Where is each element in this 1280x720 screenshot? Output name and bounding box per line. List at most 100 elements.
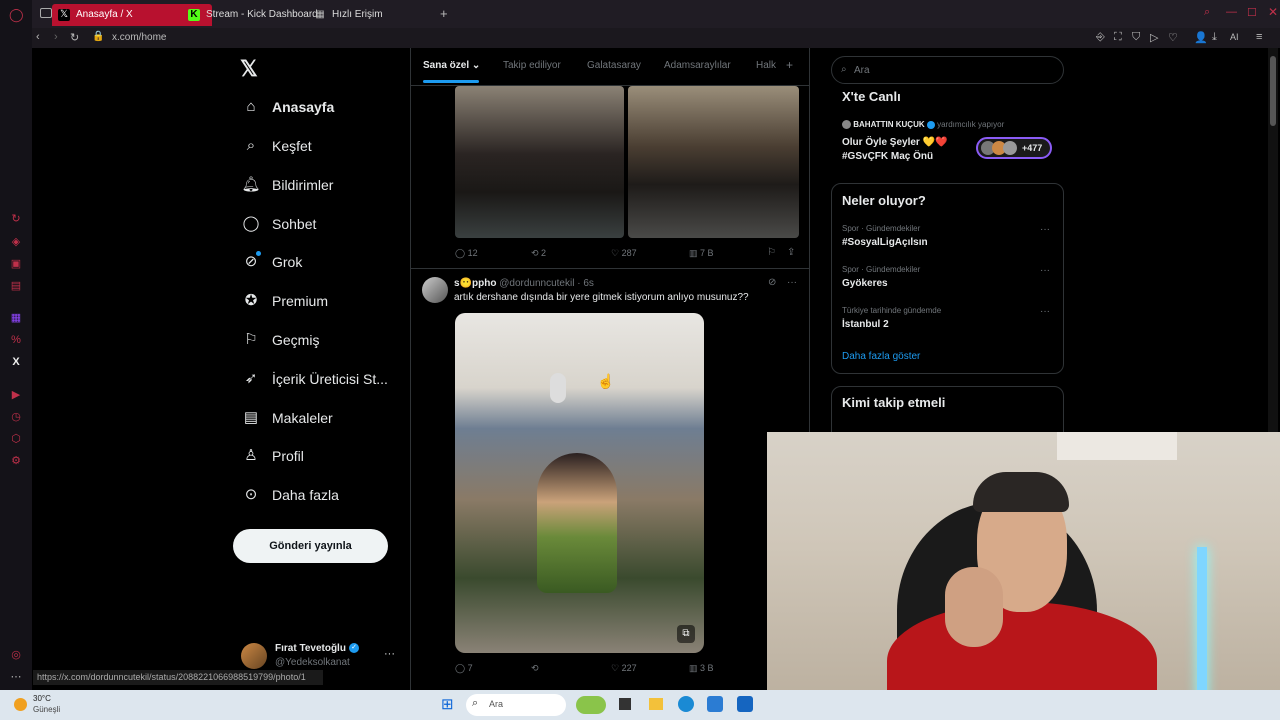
post2-like-button[interactable]: ♡ 227: [611, 663, 637, 674]
trend-menu-icon[interactable]: ···: [1040, 265, 1050, 276]
mail-icon[interactable]: ▤: [9, 279, 23, 293]
nav-more[interactable]: ⊙ Daha fazla: [240, 480, 339, 510]
live-listeners-pill[interactable]: +477: [976, 137, 1052, 159]
show-more-link[interactable]: Daha fazla göster: [842, 351, 920, 362]
share-icon[interactable]: ⇪: [787, 247, 795, 258]
nav-notifications[interactable]: 🔔︎ Bildirimler: [240, 170, 333, 200]
reload-icon[interactable]: ↻: [70, 31, 79, 44]
nav-premium[interactable]: ✪ Premium: [240, 286, 328, 316]
live-line1[interactable]: Olur Öyle Şeyler 💛❤️: [842, 137, 948, 148]
speed-dial-icon[interactable]: ↻: [9, 212, 23, 226]
history-icon[interactable]: ◷: [9, 410, 23, 424]
windows-start-icon[interactable]: ⊞: [441, 697, 457, 713]
player-icon[interactable]: ▶: [9, 388, 23, 402]
avatar[interactable]: [241, 643, 267, 669]
trend-menu-icon[interactable]: ···: [1040, 306, 1050, 317]
media-edit-icon[interactable]: ⧉: [677, 625, 695, 643]
twitch-icon[interactable]: ▦: [9, 311, 23, 325]
post2-handle[interactable]: @dordunncutekil: [499, 278, 574, 289]
tab-search-icon[interactable]: ⌕: [1204, 6, 1210, 19]
trend-item[interactable]: #SosyalLigAçılsın: [842, 237, 928, 248]
post2-name[interactable]: s😶ppho: [454, 278, 496, 289]
settings-icon[interactable]: ⚙: [9, 454, 23, 468]
new-tab-icon[interactable]: +: [440, 6, 448, 21]
messenger-icon[interactable]: ▣: [9, 257, 23, 271]
post-menu-icon[interactable]: ···: [787, 277, 797, 288]
widget-icon[interactable]: [576, 696, 606, 714]
trend-item[interactable]: İstanbul 2: [842, 319, 889, 330]
profile-icon[interactable]: 👤: [1194, 31, 1208, 44]
post1-photo-1[interactable]: [455, 86, 624, 238]
post2-repost-button[interactable]: ⟲: [531, 663, 539, 674]
account-menu-icon[interactable]: ···: [384, 648, 395, 660]
extension-icon[interactable]: ⎆: [1096, 31, 1105, 44]
nav-bookmarks[interactable]: ⚐ Geçmiş: [240, 325, 319, 355]
download-icon[interactable]: ⤓: [1212, 31, 1217, 44]
nav-grok[interactable]: ⊘ Grok: [240, 247, 303, 277]
heart-icon[interactable]: ♡: [1168, 31, 1178, 44]
search-box[interactable]: ⌕ Ara: [831, 56, 1064, 84]
views-button[interactable]: ▥ 7 B: [689, 248, 714, 259]
percent-icon[interactable]: %: [9, 333, 23, 347]
tab-kick-dashboard[interactable]: K Stream - Kick Dashboard: [182, 4, 318, 26]
live-line2[interactable]: #GSvÇFK Maç Önü: [842, 151, 933, 162]
taskbar-search[interactable]: ⌕ Ara: [466, 694, 566, 716]
scrollbar-thumb[interactable]: [1270, 56, 1276, 126]
url-input[interactable]: x.com/home: [112, 32, 166, 43]
grok-post-icon[interactable]: ⊘: [768, 277, 776, 288]
post2-photo[interactable]: ⧉: [455, 313, 704, 653]
tab-quick-access[interactable]: ▦ Hızlı Erişim: [308, 4, 408, 26]
back-icon[interactable]: ‹: [36, 31, 40, 43]
player-toolbar-icon[interactable]: ▷: [1150, 31, 1158, 44]
nav-chat[interactable]: ◯ Sohbet: [240, 209, 317, 239]
post2-reply-button[interactable]: ◯ 7: [455, 663, 473, 674]
nav-explore[interactable]: ⌕ Keşfet: [240, 131, 312, 161]
repost-button[interactable]: ⟲ 2: [531, 248, 546, 259]
x-sidebar-icon[interactable]: X: [9, 355, 23, 369]
tab-for-you[interactable]: Sana özel ⌄: [423, 60, 480, 71]
bookmark-post-icon[interactable]: ⚐: [767, 247, 776, 258]
weather-temp[interactable]: 30°C: [33, 694, 51, 703]
trend-menu-icon[interactable]: ···: [1040, 224, 1050, 235]
edge-icon[interactable]: [678, 696, 694, 712]
menu-icon[interactable]: ≡: [1256, 31, 1262, 43]
post-button[interactable]: Gönderi yayınla: [233, 529, 388, 563]
search-input[interactable]: Ara: [854, 65, 870, 76]
trend-item[interactable]: Gyökeres: [842, 278, 888, 289]
taskbar-search-input[interactable]: Ara: [489, 699, 503, 709]
nav-profile[interactable]: ♙ Profil: [240, 441, 304, 471]
tab-following[interactable]: Takip ediliyor: [503, 60, 561, 71]
close-icon[interactable]: ✕: [1268, 5, 1278, 19]
store-icon[interactable]: [737, 696, 753, 712]
weather-icon[interactable]: [14, 698, 27, 711]
tab-galatasaray[interactable]: Galatasaray: [587, 60, 641, 71]
post1-photo-2[interactable]: [628, 86, 799, 238]
outlook-icon[interactable]: [707, 696, 723, 712]
nav-creator-studio[interactable]: ➶ İçerik Üreticisi St...: [240, 364, 388, 394]
nav-home[interactable]: ⌂ Anasayfa: [240, 92, 334, 122]
like-button[interactable]: ♡ 287: [611, 248, 637, 259]
reply-button[interactable]: ◯ 12: [455, 248, 478, 259]
post2-avatar[interactable]: [422, 277, 448, 303]
file-explorer-icon[interactable]: [649, 698, 663, 710]
tab-adamsaraylilar[interactable]: Adamsaraylılar: [664, 60, 731, 71]
aria-ai-button[interactable]: AI: [1230, 32, 1239, 42]
live-host-row[interactable]: BAHATTIN KUÇUK yardımcılık yapıyor: [842, 120, 1004, 130]
forward-icon[interactable]: ›: [54, 31, 58, 43]
snapshot-icon[interactable]: ⛶: [1114, 31, 1122, 44]
sidebar-more-icon[interactable]: ⋯: [9, 670, 23, 684]
x-logo-icon[interactable]: 𝕏: [240, 56, 258, 82]
extensions-icon[interactable]: ◈: [9, 235, 23, 249]
gx-icon[interactable]: ◎: [9, 648, 23, 662]
minimize-icon[interactable]: —: [1226, 6, 1237, 18]
nav-articles[interactable]: ▤ Makaleler: [240, 403, 333, 433]
task-view-icon[interactable]: [619, 698, 631, 710]
add-tab-icon[interactable]: +: [786, 58, 793, 72]
post2-views-button[interactable]: ▥ 3 B: [689, 663, 714, 674]
opera-logo-icon[interactable]: ◯: [9, 8, 24, 22]
workspace-icon[interactable]: [40, 8, 52, 18]
tab-halk[interactable]: Halk: [756, 60, 776, 71]
maximize-icon[interactable]: ☐: [1247, 6, 1257, 19]
shield-icon[interactable]: ⛉: [1132, 31, 1140, 44]
post2-time[interactable]: · 6s: [577, 278, 594, 289]
